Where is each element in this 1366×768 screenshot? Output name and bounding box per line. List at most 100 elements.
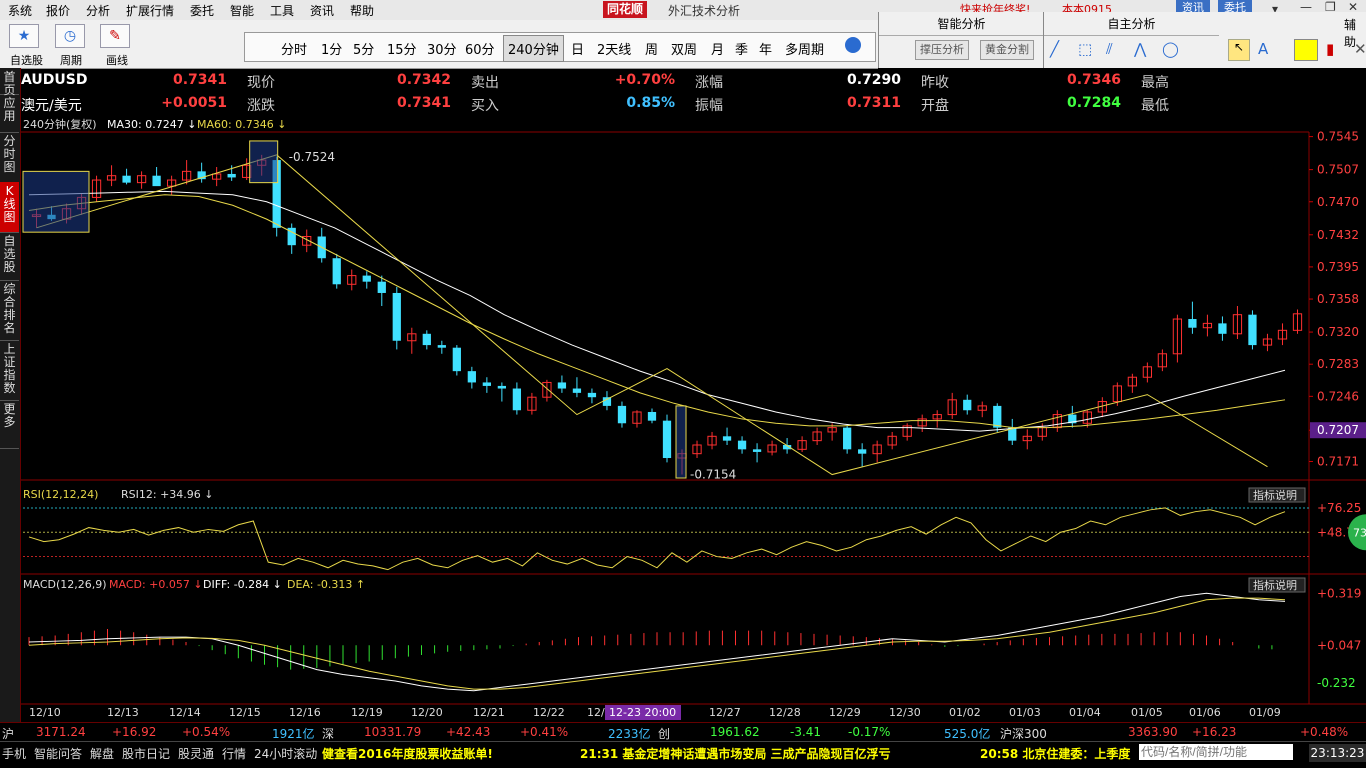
delete-tool-icon[interactable]: ✕ — [1354, 40, 1366, 58]
watchlist-button[interactable]: 自选股 — [10, 52, 43, 68]
candle-body — [737, 440, 747, 450]
date-tick-label: 12/15 — [229, 706, 261, 719]
side-tab-7[interactable]: 更多 — [0, 400, 19, 449]
menu-smart[interactable]: 智能 — [230, 2, 254, 19]
bottom-item-stock-link[interactable]: 股灵通 — [178, 745, 214, 762]
period-60m[interactable]: 60分 — [465, 39, 495, 58]
candle-body — [497, 385, 506, 389]
bottom-item-24h[interactable]: 24小时滚动 — [254, 745, 317, 762]
period-multi[interactable]: 多周期 — [785, 39, 824, 58]
zigzag-line — [36, 154, 1268, 476]
symbol-code: AUDUSD — [21, 72, 88, 88]
watchlist-star-icon[interactable]: ★ — [9, 24, 39, 48]
quote-label-row1-0: 现价 — [247, 75, 275, 91]
gear-icon[interactable] — [845, 37, 861, 53]
search-input[interactable] — [1139, 744, 1293, 760]
news-ticker-3[interactable]: 20:58 北京住建委：上季度 — [980, 745, 1130, 762]
bottom-item-qa[interactable]: 智能问答 — [34, 745, 82, 762]
rsi-bubble-label: 73 — [1353, 526, 1366, 539]
wave-tool-icon[interactable]: ⋀ — [1134, 40, 1146, 58]
index-item-0: 沪 — [2, 727, 15, 741]
bottom-bar: 手机 智能问答 解盘 股市日记 股灵通 行情 24小时滚动 健查看2016年度股… — [0, 741, 1366, 768]
rect-tool-icon[interactable]: ⬚ — [1078, 40, 1092, 58]
period-month[interactable]: 月 — [711, 39, 724, 58]
news-ticker-2[interactable]: 21:31 基金定增神话遭遇市场变局 三成产品隐现百亿浮亏 — [580, 745, 891, 762]
macd-tick-label: -0.232 — [1317, 676, 1356, 690]
period-5m[interactable]: 5分 — [353, 39, 374, 58]
side-tab-0[interactable]: 首页 — [0, 68, 19, 97]
period-240m[interactable]: 240分钟 — [503, 35, 564, 62]
candle-body — [152, 175, 161, 187]
cycle-button[interactable]: 周期 — [60, 52, 82, 68]
golden-section-button[interactable]: 黄金分割 — [980, 40, 1034, 60]
candle-body — [602, 397, 612, 406]
bottom-item-market[interactable]: 行情 — [222, 745, 246, 762]
side-tab-6[interactable]: 上证指数 — [0, 340, 19, 401]
price-tick-label: 0.7507 — [1317, 163, 1359, 177]
side-tab-4[interactable]: 自选股 — [0, 232, 19, 281]
candle-body — [227, 173, 236, 178]
draw-line-button[interactable]: 画线 — [106, 52, 128, 68]
period-15m[interactable]: 15分 — [387, 39, 417, 58]
chart-area[interactable]: 0.7545 0.7507 0.7470 0.7432 0.7395 0.7358 0.73… — [21, 116, 1366, 720]
bottom-item-diary[interactable]: 股市日记 — [122, 745, 170, 762]
date-tick-label: 12/13 — [107, 706, 139, 719]
news-ticker-1[interactable]: 健查看2016年度股票收益账单! — [322, 745, 493, 762]
side-tab-2[interactable]: 分时图 — [0, 132, 19, 183]
bottom-item-phone[interactable]: 手机 — [2, 745, 26, 762]
menu-quote[interactable]: 报价 — [46, 2, 70, 19]
quote-label-row2-0: 涨跌 — [247, 98, 275, 114]
index-item-1: 3171.24 — [36, 725, 86, 739]
index-item-17: +16.23 — [1192, 725, 1237, 739]
symbol-name: 澳元/美元 — [21, 98, 82, 114]
bottom-item-analysis[interactable]: 解盘 — [90, 745, 114, 762]
period-quarter[interactable]: 季 — [735, 39, 748, 58]
cycle-icon[interactable]: ◷ — [55, 24, 85, 48]
bookmark-tool-icon[interactable]: ▮ — [1326, 40, 1334, 58]
highlight-box-low — [675, 405, 687, 479]
text-tool-icon[interactable]: A — [1258, 40, 1268, 58]
menu-extended-quote[interactable]: 扩展行情 — [126, 2, 174, 19]
period-1m[interactable]: 1分 — [321, 39, 342, 58]
period-year[interactable]: 年 — [759, 39, 772, 58]
candle-body — [512, 388, 522, 411]
channel-tool-icon[interactable]: ⫽ — [1106, 40, 1113, 58]
period-week[interactable]: 周 — [645, 39, 658, 58]
side-tab-3[interactable]: K线图 — [0, 182, 19, 233]
candle-body — [122, 175, 131, 183]
color-picker-icon[interactable] — [1294, 39, 1318, 61]
support-resistance-button[interactable]: 撑压分析 — [915, 40, 969, 60]
candle-body — [557, 382, 567, 389]
cursor-tool-icon[interactable]: ↖ — [1228, 39, 1250, 61]
period-day[interactable]: 日 — [571, 39, 584, 58]
low-annotation: -0.7154 — [690, 468, 736, 482]
menu-analysis[interactable]: 分析 — [86, 2, 110, 19]
date-tick-label: 01/09 — [1249, 706, 1281, 719]
draw-line-icon[interactable]: ✎ — [100, 24, 130, 48]
line-tool-icon[interactable]: ╱ — [1050, 40, 1059, 58]
menu-tools[interactable]: 工具 — [270, 2, 294, 19]
period-2day[interactable]: 2天线 — [597, 39, 631, 58]
quote-value-row2-1: 0.7341 — [396, 95, 451, 111]
candle-body — [422, 333, 431, 346]
period-30m[interactable]: 30分 — [427, 39, 457, 58]
period-biweek[interactable]: 双周 — [671, 39, 697, 58]
quote-value-row2-3: 0.7311 — [846, 95, 901, 111]
index-item-10: 创 — [658, 727, 671, 741]
date-tick-label: 12/14 — [169, 706, 201, 719]
candle-body — [482, 382, 491, 386]
date-tick-label: 12/29 — [829, 706, 861, 719]
side-tab-1[interactable]: 应用 — [0, 94, 19, 133]
menu-help[interactable]: 帮助 — [350, 2, 374, 19]
candle-body — [587, 392, 597, 398]
menu-news[interactable]: 资讯 — [310, 2, 334, 19]
menu-system[interactable]: 系统 — [8, 2, 32, 19]
ellipse-tool-icon[interactable]: ◯ — [1162, 40, 1179, 58]
menu-trade[interactable]: 委托 — [190, 2, 214, 19]
side-tab-5[interactable]: 综合排名 — [0, 280, 19, 341]
period-intraday[interactable]: 分时 — [281, 39, 307, 58]
kline-chart[interactable]: 0.7545 0.7507 0.7470 0.7432 0.7395 0.7358 0.73… — [21, 116, 1366, 720]
index-bar: 沪 3171.24 +16.92 +0.54% 1921亿深 10331.79 +42.43… — [0, 722, 1366, 742]
smart-analysis-panel: 智能分析 撑压分析 黄金分割 — [878, 12, 1044, 68]
quote-label-row2-1: 买入 — [471, 98, 499, 114]
